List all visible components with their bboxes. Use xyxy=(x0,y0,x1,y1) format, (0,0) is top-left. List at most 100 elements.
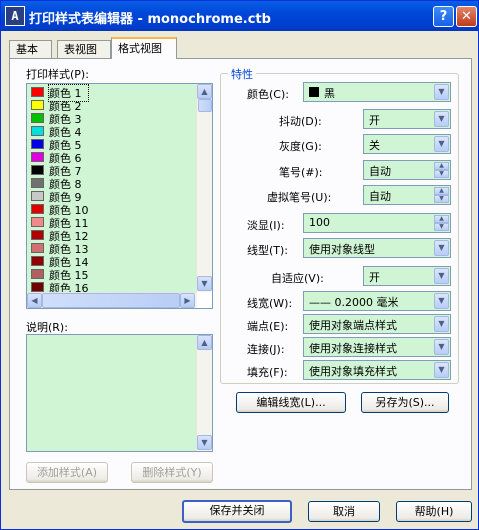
print-style-item[interactable]: 颜色 16 xyxy=(27,281,197,292)
window-title: 打印样式表编辑器 - monochrome.ctb xyxy=(29,12,271,27)
linetype-dropdown[interactable]: 使用对象线型 ▼ xyxy=(303,238,451,258)
save-as-button[interactable]: 另存为(S)... xyxy=(361,392,449,413)
lineweight-label: 线宽(W): xyxy=(247,297,293,310)
tab-general[interactable]: 基本 xyxy=(9,40,52,59)
grayscale-label: 灰度(G): xyxy=(279,140,322,153)
print-styles-list[interactable]: 颜色 1 颜色 2 颜色 3 颜色 4 颜色 5 颜色 6 颜色 7 颜色 8 颜色 9 颜色 1… xyxy=(27,84,197,292)
color-swatch-icon xyxy=(31,282,44,292)
pen-number-value: 自动 xyxy=(369,165,391,178)
save-and-close-button[interactable]: 保存并关闭 xyxy=(182,500,292,523)
grayscale-value: 关 xyxy=(369,139,380,152)
color-swatch-icon xyxy=(31,269,44,279)
print-style-editor-window: A 打印样式表编辑器 - monochrome.ctb ? ✕ 基本 表视图 格… xyxy=(0,0,479,530)
edit-lineweights-button[interactable]: 编辑线宽(L)... xyxy=(236,392,346,413)
help-button[interactable]: 帮助(H) xyxy=(396,501,472,522)
list-horizontal-scrollbar[interactable]: ◀ ▶ xyxy=(27,292,197,308)
screening-value: 100 xyxy=(309,216,330,229)
dither-label: 抖动(D): xyxy=(279,115,322,128)
scroll-down-icon[interactable]: ▼ xyxy=(197,276,212,291)
scroll-left-icon[interactable]: ◀ xyxy=(27,293,42,308)
fillstyle-label: 填充(F): xyxy=(247,366,288,379)
horizontal-scroll-thumb[interactable] xyxy=(42,293,180,308)
black-color-swatch xyxy=(309,87,319,97)
linetype-label: 线型(T): xyxy=(247,244,289,257)
joinstyle-value: 使用对象连接样式 xyxy=(309,342,397,355)
scroll-thumb[interactable] xyxy=(198,99,212,112)
chevron-down-icon[interactable]: ▼ xyxy=(434,362,449,378)
chevron-down-icon[interactable]: ▼ xyxy=(434,136,449,152)
chevron-down-icon[interactable]: ▼ xyxy=(434,111,449,127)
screening-label: 淡显(I): xyxy=(247,219,285,232)
virtual-pen-value: 自动 xyxy=(369,190,391,203)
color-swatch-icon xyxy=(31,204,44,214)
cancel-button[interactable]: 取消 xyxy=(308,501,380,522)
print-styles-label: 打印样式(P): xyxy=(26,68,89,81)
adaptive-dropdown[interactable]: 开 ▼ xyxy=(363,266,451,286)
pen-number-label: 笔号(#): xyxy=(279,166,323,179)
tab-table-view[interactable]: 表视图 xyxy=(57,40,111,59)
spin-down-icon[interactable]: ▼ xyxy=(434,170,449,178)
screening-spinner[interactable]: 100 ▲ ▼ xyxy=(303,213,451,233)
dither-value: 开 xyxy=(369,114,380,127)
joinstyle-dropdown[interactable]: 使用对象连接样式 ▼ xyxy=(303,337,451,357)
fillstyle-value: 使用对象填充样式 xyxy=(309,365,397,378)
add-style-button[interactable]: 添加样式(A) xyxy=(26,462,108,483)
scroll-up-icon[interactable]: ▲ xyxy=(197,335,212,350)
spin-down-icon[interactable]: ▼ xyxy=(434,195,449,203)
delete-style-button[interactable]: 删除样式(Y) xyxy=(131,462,213,483)
chevron-down-icon[interactable]: ▼ xyxy=(434,268,449,284)
autocad-app-icon: A xyxy=(5,6,25,26)
linetype-value: 使用对象线型 xyxy=(309,243,375,256)
endstyle-label: 端点(E): xyxy=(247,320,289,333)
color-swatch-icon xyxy=(31,87,44,97)
close-window-button[interactable]: ✕ xyxy=(456,6,477,27)
list-vertical-scrollbar[interactable]: ▲ ▼ xyxy=(196,84,212,292)
description-scrollbar[interactable]: ▲ ▼ xyxy=(196,335,212,451)
print-styles-listbox[interactable]: 颜色 1 颜色 2 颜色 3 颜色 4 颜色 5 颜色 6 颜色 7 颜色 8 颜色 9 颜色 1… xyxy=(26,83,213,309)
spin-up-icon[interactable]: ▲ xyxy=(434,162,449,170)
spinner-buttons[interactable]: ▲ ▼ xyxy=(434,187,449,203)
spin-up-icon[interactable]: ▲ xyxy=(434,187,449,195)
dither-dropdown[interactable]: 开 ▼ xyxy=(363,109,451,129)
grayscale-dropdown[interactable]: 关 ▼ xyxy=(363,134,451,154)
lineweight-dropdown[interactable]: —— 0.2000 毫米 ▼ xyxy=(303,291,451,311)
virtual-pen-label: 虚拟笔号(U): xyxy=(267,191,332,204)
color-swatch-icon xyxy=(31,100,44,110)
spinner-buttons[interactable]: ▲ ▼ xyxy=(434,215,449,231)
fillstyle-dropdown[interactable]: 使用对象填充样式 ▼ xyxy=(303,360,451,380)
color-swatch-icon xyxy=(31,243,44,253)
pen-number-spinner[interactable]: 自动 ▲ ▼ xyxy=(363,160,451,180)
chevron-down-icon[interactable]: ▼ xyxy=(434,339,449,355)
chevron-down-icon[interactable]: ▼ xyxy=(434,240,449,256)
color-swatch-icon xyxy=(31,113,44,123)
scroll-right-icon[interactable]: ▶ xyxy=(180,293,195,308)
color-swatch-icon xyxy=(31,191,44,201)
description-textarea[interactable]: ▲ ▼ xyxy=(26,334,213,452)
spin-down-icon[interactable]: ▼ xyxy=(434,223,449,231)
color-label: 颜色(C): xyxy=(247,88,289,101)
help-titlebar-button[interactable]: ? xyxy=(433,6,454,27)
lineweight-value: —— 0.2000 毫米 xyxy=(309,296,399,309)
tab-form-view[interactable]: 格式视图 xyxy=(111,37,177,59)
color-swatch-icon xyxy=(31,126,44,136)
chevron-down-icon[interactable]: ▼ xyxy=(434,316,449,332)
scroll-up-icon[interactable]: ▲ xyxy=(197,84,212,99)
spin-up-icon[interactable]: ▲ xyxy=(434,215,449,223)
chevron-down-icon[interactable]: ▼ xyxy=(434,293,449,309)
adaptive-label: 自适应(V): xyxy=(271,272,324,285)
color-value: 黑 xyxy=(324,87,335,100)
adaptive-value: 开 xyxy=(369,271,380,284)
color-swatch-icon xyxy=(31,139,44,149)
chevron-down-icon[interactable]: ▼ xyxy=(434,84,449,100)
joinstyle-label: 连接(J): xyxy=(247,343,285,356)
properties-group-title: 特性 xyxy=(228,66,256,82)
virtual-pen-spinner[interactable]: 自动 ▲ ▼ xyxy=(363,185,451,205)
spinner-buttons[interactable]: ▲ ▼ xyxy=(434,162,449,178)
color-swatch-icon xyxy=(31,165,44,175)
color-swatch-icon xyxy=(31,256,44,266)
print-style-item-label: 颜色 16 xyxy=(49,282,89,292)
scroll-down-icon[interactable]: ▼ xyxy=(197,435,212,450)
endstyle-dropdown[interactable]: 使用对象端点样式 ▼ xyxy=(303,314,451,334)
color-dropdown[interactable]: 黑 ▼ xyxy=(303,82,451,102)
title-bar[interactable]: A 打印样式表编辑器 - monochrome.ctb ? ✕ xyxy=(1,1,478,31)
